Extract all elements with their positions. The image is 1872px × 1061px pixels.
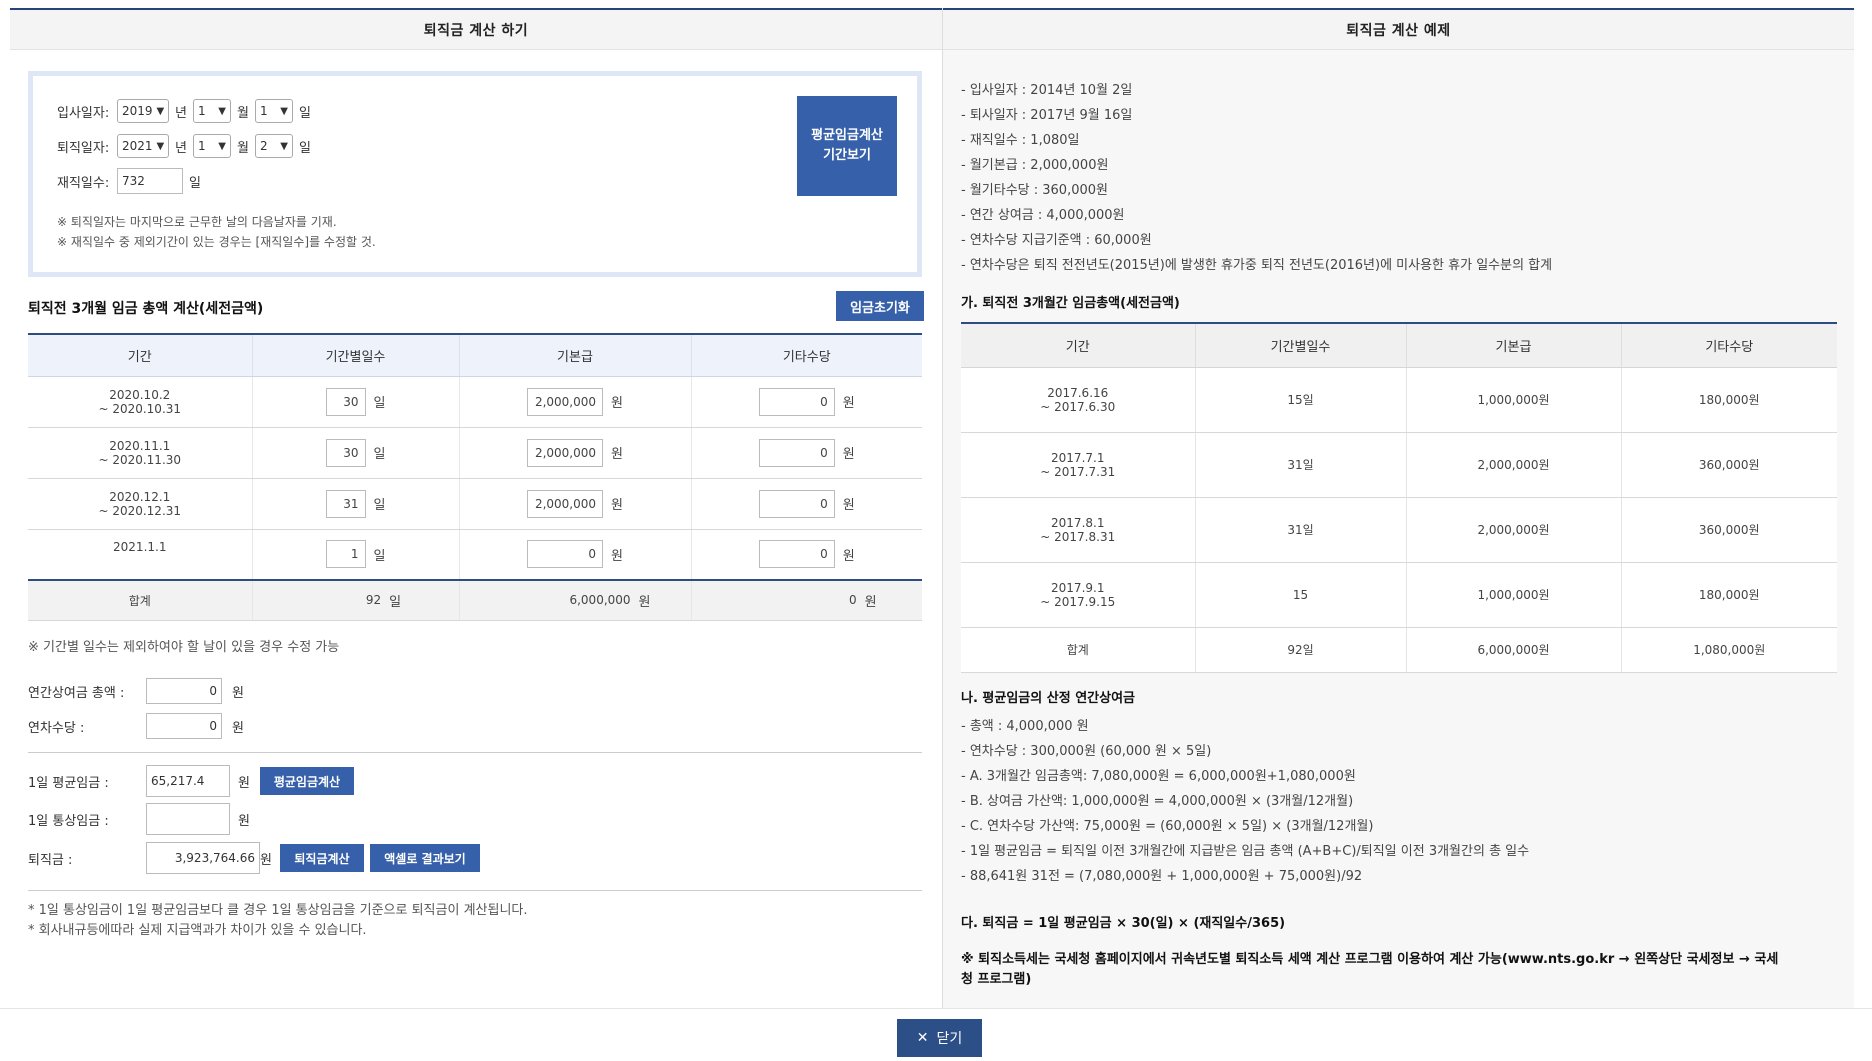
base-input[interactable]: 2,000,000 bbox=[527, 489, 604, 518]
severance-input[interactable]: 3,923,764.66 bbox=[146, 842, 260, 874]
list-item: - 월기타수당 : 360,000원 bbox=[961, 183, 1108, 198]
avg-wage-calc-button[interactable]: 평균임금계산 bbox=[259, 767, 354, 795]
chevron-down-icon: ▼ bbox=[280, 105, 288, 117]
hire-month-select[interactable]: 1 ▼ bbox=[192, 99, 231, 123]
base-input[interactable]: 2,000,000 bbox=[527, 387, 604, 416]
excel-result-button[interactable]: 액셀로 결과보기 bbox=[369, 844, 480, 872]
col-period: 기간 bbox=[28, 333, 252, 377]
list-item: - A. 3개월간 임금총액: 7,080,000원 = 6,000,000원+… bbox=[961, 769, 1356, 784]
ordinary-wage-row: 1일 통상임금 : 원 bbox=[28, 803, 256, 835]
avg-wage-input[interactable]: 65,217.4 bbox=[146, 765, 230, 797]
list-item: - 재직일수 : 1,080일 bbox=[961, 133, 1080, 148]
wage-reset-button[interactable]: 임금초기화 bbox=[836, 291, 924, 321]
wage-table: 기간 기간별일수 기본급 기타수당 2020.10.2 ~ 2020.10.31 … bbox=[28, 333, 922, 621]
severance-calc-button[interactable]: 퇴직금계산 bbox=[279, 844, 364, 872]
section-b-list: - 총액 : 4,000,000 원 - 연차수당 : 300,000원 (60… bbox=[961, 714, 1529, 889]
list-item: - 연간 상여금 : 4,000,000원 bbox=[961, 208, 1125, 223]
col-days: 기간별일수 bbox=[251, 333, 459, 377]
table-note: ※ 기간별 일수는 제외하여야 할 날이 있을 경우 수정 가능 bbox=[28, 640, 340, 655]
tax-note: ※ 퇴직소득세는 국세청 홈페이지에서 귀속년도별 퇴직소득 세액 계산 프로그… bbox=[961, 952, 1779, 987]
base-input[interactable]: 2,000,000 bbox=[527, 438, 604, 467]
tenure-input[interactable]: 732 bbox=[117, 168, 183, 194]
chevron-down-icon: ▼ bbox=[280, 140, 288, 152]
sum-row: 합계 92일 6,000,000원 1,080,000원 bbox=[961, 627, 1837, 673]
other-input[interactable]: 0 bbox=[758, 438, 835, 467]
list-item: - 총액 : 4,000,000 원 bbox=[961, 719, 1089, 734]
table-row: 2017.7.1 ~ 2017.7.31 31일 2,000,000원 360,0… bbox=[961, 432, 1837, 498]
example-panel: 퇴직금 계산 예제 - 입사일자 : 2014년 10월 2일 - 퇴사일자 :… bbox=[942, 8, 1854, 1008]
bonus-input[interactable]: 0 bbox=[146, 678, 222, 704]
list-item: - 입사일자 : 2014년 10월 2일 bbox=[961, 83, 1133, 98]
list-item: - 연차수당 지급기준액 : 60,000원 bbox=[961, 233, 1152, 248]
calc-panel: 퇴직금 계산 하기 입사일자: 2019 ▼ 년 1 ▼ 월 1 ▼ 일 퇴직일자: … bbox=[10, 8, 942, 1008]
tenure-row: 재직일수: 732 일 bbox=[57, 168, 893, 194]
severance-row: 퇴직금 : 3,923,764.66 원 퇴직금계산 액셀로 결과보기 bbox=[28, 842, 480, 874]
example-table: 기간 기간별일수 기본급 기타수당 2017.6.16 ~ 2017.6.30 1… bbox=[961, 322, 1837, 673]
chevron-down-icon: ▼ bbox=[156, 140, 165, 152]
note-tenure: ※ 재직일수 중 제외기간이 있는 경우는 [재직일수]를 수정할 것. bbox=[57, 235, 376, 249]
list-item: - 연차수당은 퇴직 전전년도(2015년)에 발생한 휴가중 퇴직 전년도(2… bbox=[961, 258, 1553, 273]
list-item: - 88,641원 31전 = (7,080,000원 + 1,000,000원… bbox=[961, 869, 1363, 884]
example-panel-title: 퇴직금 계산 예제 bbox=[943, 8, 1854, 50]
days-input[interactable]: 31 bbox=[325, 489, 366, 518]
leave-row: 연차수당 : 0 원 bbox=[28, 713, 250, 739]
divider bbox=[28, 752, 922, 753]
section-c-title: 다. 퇴직금 = 1일 평균임금 × 30(일) × (재직일수/365) bbox=[961, 916, 1286, 931]
retire-date-label: 퇴직일자: bbox=[57, 140, 110, 156]
retire-day-select[interactable]: 2 ▼ bbox=[254, 134, 293, 158]
list-item: - 퇴사일자 : 2017년 9월 16일 bbox=[961, 108, 1133, 123]
footer-note-2: * 회사내규등에따라 실제 지급액과가 차이가 있을 수 있습니다. bbox=[28, 923, 367, 938]
days-input[interactable]: 30 bbox=[325, 438, 366, 467]
list-item: - C. 연차수당 가산액: 75,000원 = (60,000원 × 5일) … bbox=[961, 819, 1374, 834]
base-input[interactable]: 0 bbox=[527, 540, 604, 569]
list-item: - B. 상여금 가산액: 1,000,000원 = 4,000,000원 × … bbox=[961, 794, 1354, 809]
avg-wage-row: 1일 평균임금 : 65,217.4 원 평균임금계산 bbox=[28, 765, 354, 797]
col-base: 기본급 bbox=[458, 333, 691, 377]
days-input[interactable]: 30 bbox=[325, 387, 366, 416]
other-input[interactable]: 0 bbox=[758, 387, 835, 416]
list-item: - 연차수당 : 300,000원 (60,000 원 × 5일) bbox=[961, 744, 1212, 759]
calc-panel-title: 퇴직금 계산 하기 bbox=[10, 8, 942, 50]
hire-date-row: 입사일자: 2019 ▼ 년 1 ▼ 월 1 ▼ 일 bbox=[57, 98, 893, 124]
other-input[interactable]: 0 bbox=[758, 489, 835, 518]
table-row: 2017.6.16 ~ 2017.6.30 15일 1,000,000원 180,… bbox=[961, 367, 1837, 433]
hire-date-label: 입사일자: bbox=[57, 105, 110, 121]
note-retire-date: ※ 퇴직일자는 마지막으로 근무한 날의 다음날자를 기재. bbox=[57, 215, 337, 229]
table-row: 2021.1.1 1일 0원 0원 bbox=[28, 529, 922, 581]
wage-section-title: 퇴직전 3개월 임금 총액 계산(세전금액) bbox=[28, 301, 264, 317]
tenure-label: 재직일수: bbox=[57, 175, 110, 191]
other-input[interactable]: 0 bbox=[758, 540, 835, 569]
section-a-title: 가. 퇴직전 3개월간 임금총액(세전금액) bbox=[961, 296, 1180, 311]
retire-date-row: 퇴직일자: 2021 ▼ 년 1 ▼ 월 2 ▼ 일 bbox=[57, 133, 893, 159]
table-row: 2020.11.1 ~ 2020.11.30 30 일 2,000,000 원 0원 bbox=[28, 427, 922, 479]
table-row: 2017.9.1 ~ 2017.9.15 15 1,000,000원 180,00… bbox=[961, 562, 1837, 628]
divider bbox=[28, 890, 922, 891]
close-icon: ✕ bbox=[916, 1030, 929, 1046]
table-row: 2020.10.2 ~ 2020.10.31 30 일 2,000,000 원 0원 bbox=[28, 376, 922, 428]
table-row: 2020.12.1 ~ 2020.12.31 31 일 2,000,000 원 0원 bbox=[28, 478, 922, 530]
retire-year-select[interactable]: 2021 ▼ bbox=[117, 134, 169, 158]
leave-input[interactable]: 0 bbox=[146, 713, 222, 739]
hire-year-select[interactable]: 2019 ▼ bbox=[117, 99, 169, 123]
days-input[interactable]: 1 bbox=[325, 540, 366, 569]
chevron-down-icon: ▼ bbox=[218, 140, 226, 152]
close-button[interactable]: ✕ 닫기 bbox=[897, 1019, 982, 1057]
table-row: 2017.8.1 ~ 2017.8.31 31일 2,000,000원 360,0… bbox=[961, 497, 1837, 563]
col-other: 기타수당 bbox=[690, 333, 922, 377]
sum-row: 합계 92 일 6,000,000 원 0원 bbox=[28, 579, 922, 621]
example-info-list: - 입사일자 : 2014년 10월 2일 - 퇴사일자 : 2017년 9월 … bbox=[961, 78, 1552, 278]
list-item: - 1일 평균임금 = 퇴직일 이전 3개월간에 지급받은 임금 총액 (A+B… bbox=[961, 844, 1530, 859]
chevron-down-icon: ▼ bbox=[218, 105, 226, 117]
section-b-title: 나. 평균임금의 산정 연간상여금 bbox=[961, 691, 1135, 706]
footer-note-1: * 1일 통상임금이 1일 평균임금보다 클 경우 1일 통상임금을 기준으로 … bbox=[28, 903, 528, 918]
ordinary-wage-input[interactable] bbox=[146, 803, 230, 835]
list-item: - 월기본급 : 2,000,000원 bbox=[961, 158, 1109, 173]
period-view-button[interactable]: 평균임금계산 기간보기 bbox=[797, 96, 897, 196]
hire-day-select[interactable]: 1 ▼ bbox=[254, 99, 293, 123]
chevron-down-icon: ▼ bbox=[156, 105, 165, 117]
retire-month-select[interactable]: 1 ▼ bbox=[192, 134, 231, 158]
bonus-row: 연간상여금 총액 : 0 원 bbox=[28, 678, 250, 704]
date-box: 입사일자: 2019 ▼ 년 1 ▼ 월 1 ▼ 일 퇴직일자: 2021 ▼ 년 1 ▼… bbox=[28, 71, 922, 277]
